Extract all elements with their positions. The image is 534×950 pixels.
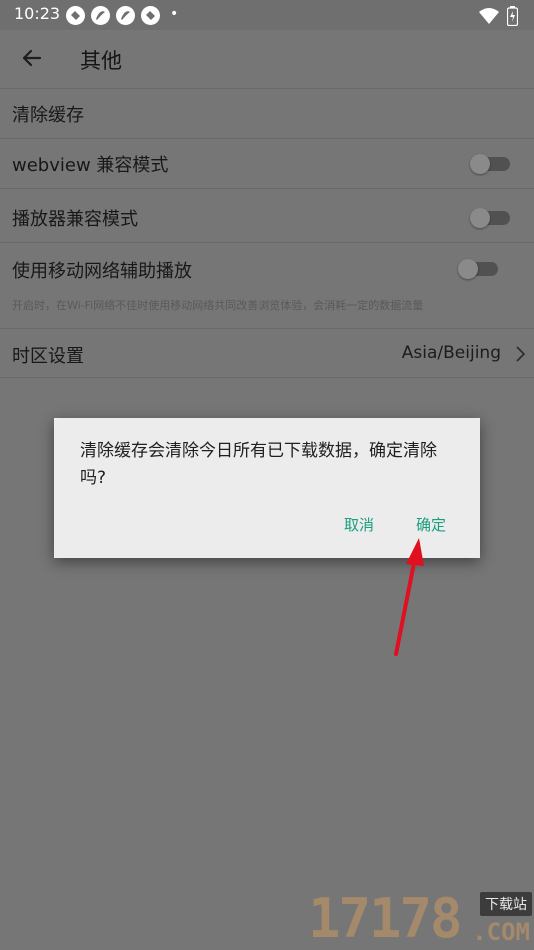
notification-icons: • bbox=[66, 6, 178, 25]
vpn-key-icon bbox=[141, 6, 160, 25]
mobile-assist-toggle[interactable] bbox=[458, 259, 498, 279]
setting-clear-cache[interactable]: 清除缓存 bbox=[0, 88, 534, 138]
system-icons bbox=[479, 6, 518, 26]
cancel-button[interactable]: 取消 bbox=[344, 514, 374, 535]
player-compat-toggle[interactable] bbox=[470, 208, 510, 228]
watermark-domain: .COM bbox=[472, 918, 530, 946]
setting-description: 开启时，在Wi-Fi网络不佳时使用移动网络共同改善浏览体验，会消耗一定的数据流量 bbox=[12, 299, 424, 312]
watermark-number: 17178 bbox=[308, 887, 463, 950]
page-title: 其他 bbox=[80, 49, 122, 73]
site-watermark: 17178 下载站 .COM bbox=[308, 888, 534, 950]
setting-webview-compat: webview 兼容模式 bbox=[0, 138, 534, 188]
app-bar: 其他 bbox=[0, 30, 534, 88]
setting-label: 清除缓存 bbox=[12, 105, 84, 126]
settings-list: 清除缓存 webview 兼容模式 播放器兼容模式 使用移动网络辅助播放 开启时… bbox=[0, 88, 534, 378]
timezone-value: Asia/Beijing bbox=[401, 343, 501, 363]
setting-label: webview 兼容模式 bbox=[12, 155, 169, 176]
setting-label: 播放器兼容模式 bbox=[12, 209, 138, 230]
dialog-message: 清除缓存会清除今日所有已下载数据，确定清除吗? bbox=[80, 441, 437, 488]
setting-mobile-assist: 使用移动网络辅助播放 开启时，在Wi-Fi网络不佳时使用移动网络共同改善浏览体验… bbox=[0, 242, 534, 328]
setting-label: 时区设置 bbox=[12, 346, 84, 367]
battery-charging-icon bbox=[507, 6, 518, 26]
setting-label: 使用移动网络辅助播放 bbox=[12, 261, 192, 282]
watermark-badge: 下载站 bbox=[480, 892, 532, 916]
more-notifications-dot: • bbox=[170, 6, 179, 22]
status-time: 10:23 bbox=[14, 4, 61, 23]
app-notification-icon bbox=[116, 6, 135, 25]
setting-player-compat: 播放器兼容模式 bbox=[0, 188, 534, 242]
annotation-arrow-icon bbox=[394, 538, 424, 656]
wifi-icon bbox=[479, 8, 499, 24]
chevron-right-icon bbox=[516, 346, 526, 362]
back-button[interactable] bbox=[18, 44, 46, 72]
setting-timezone[interactable]: 时区设置 Asia/Beijing bbox=[0, 328, 534, 378]
app-notification-icon bbox=[91, 6, 110, 25]
vpn-key-icon bbox=[66, 6, 85, 25]
arrow-left-icon bbox=[22, 49, 42, 67]
status-bar: 10:23 • bbox=[0, 0, 534, 30]
webview-compat-toggle[interactable] bbox=[470, 154, 510, 174]
